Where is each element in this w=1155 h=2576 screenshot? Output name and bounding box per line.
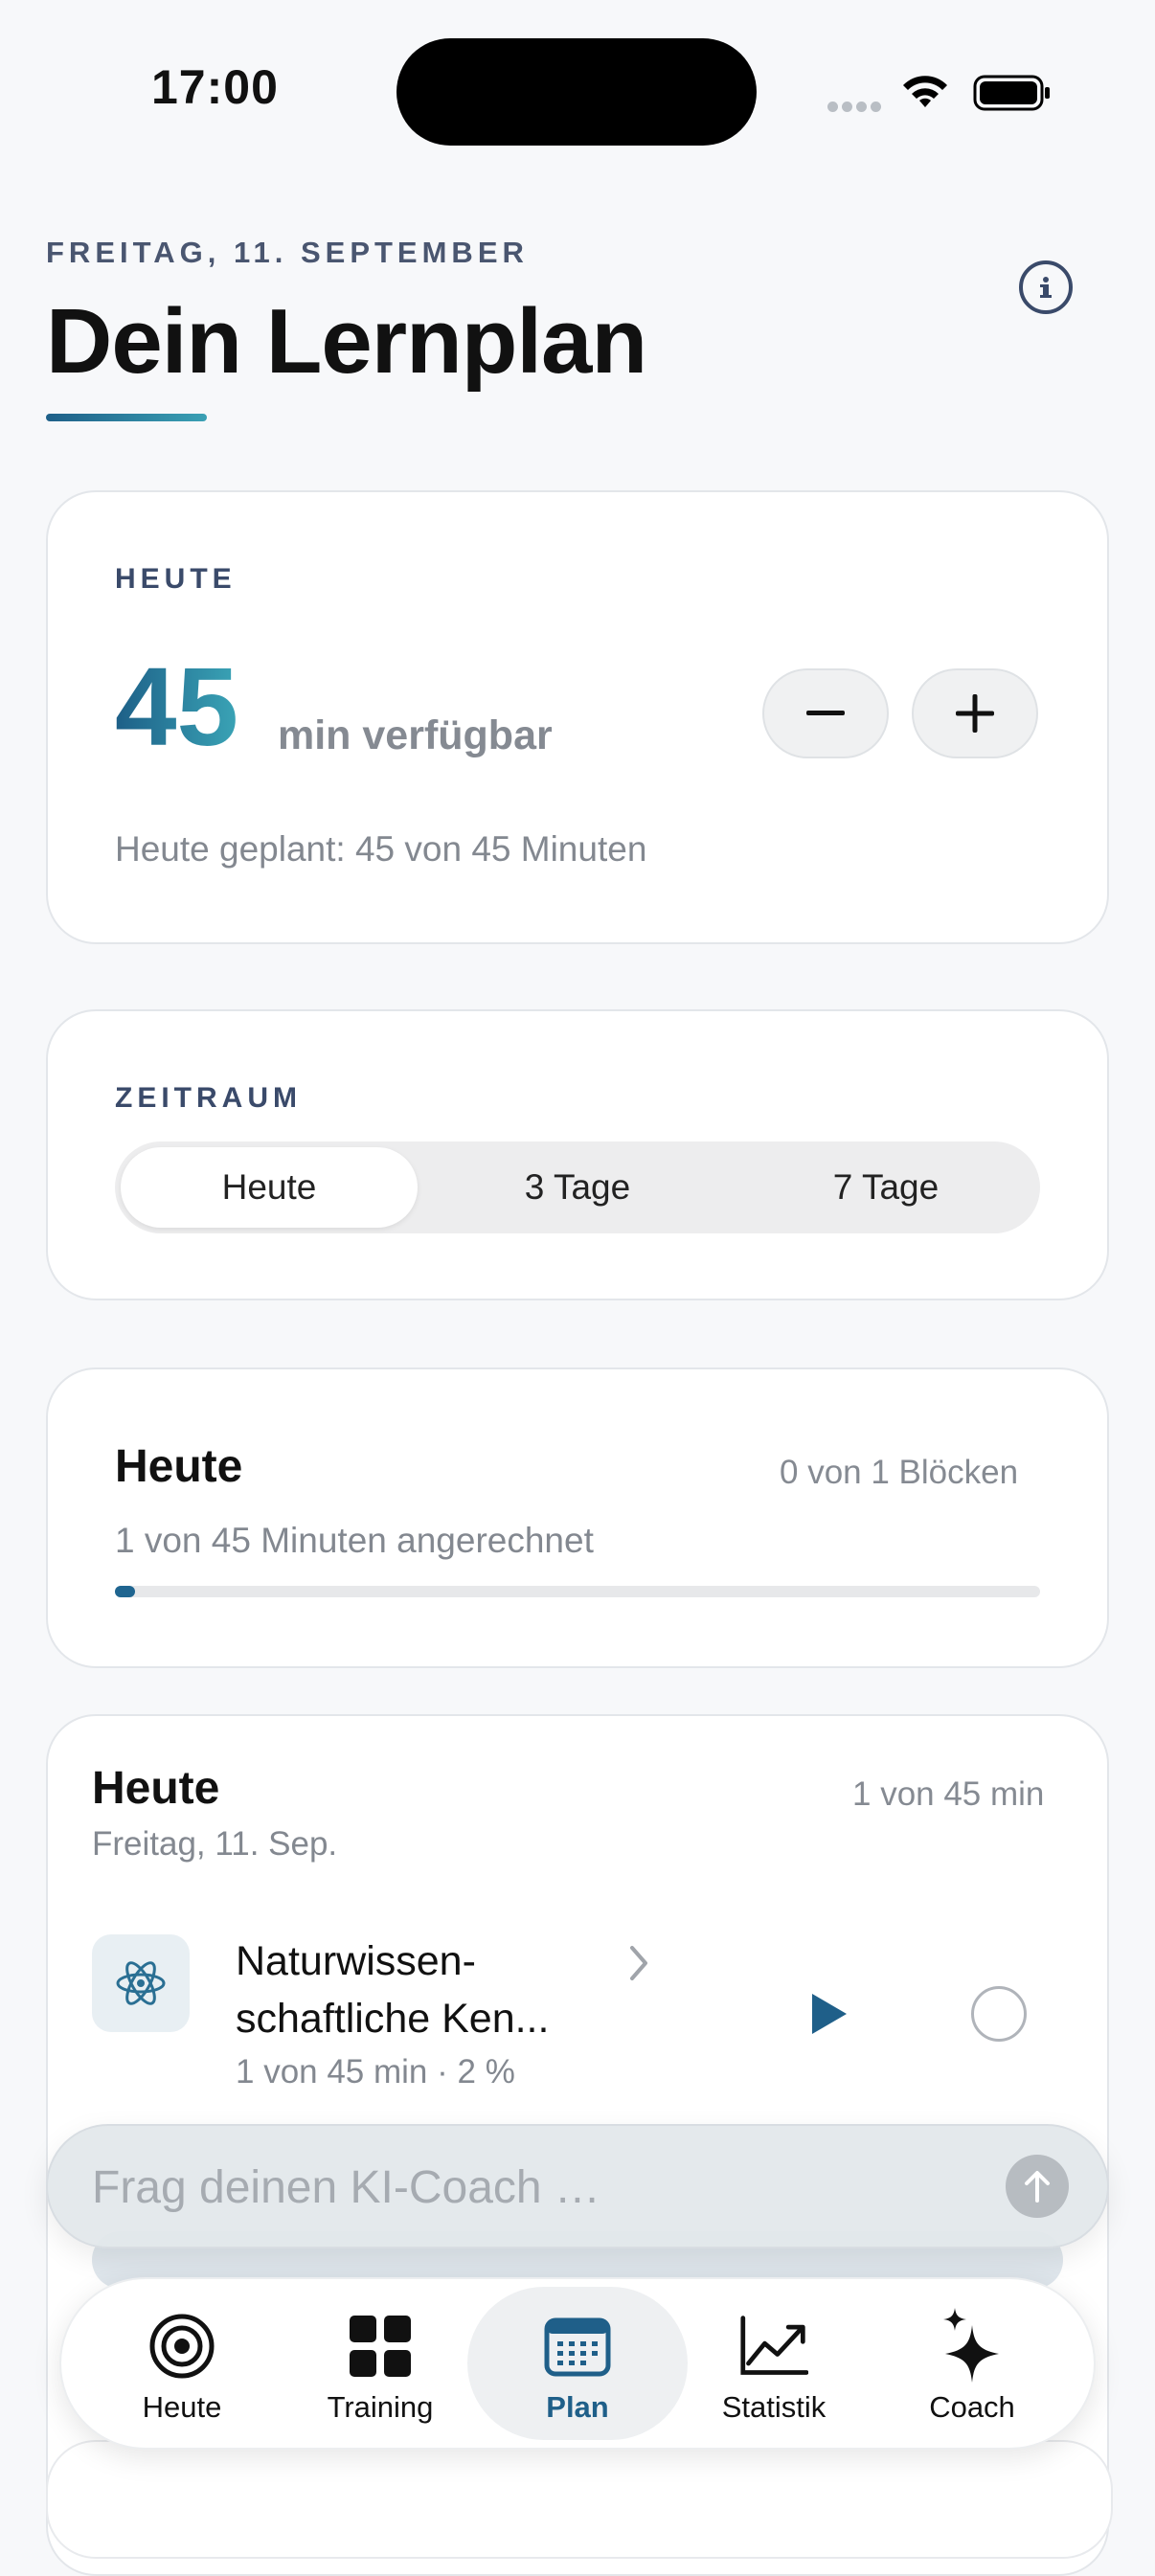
cellular-signal-icon [827, 100, 885, 113]
subject-icon-tile [92, 1934, 190, 2032]
tab-training[interactable]: Training [284, 2287, 476, 2440]
tab-statistik[interactable]: Statistik [678, 2287, 870, 2440]
date-label: FREITAG, 11. SEPTEMBER [46, 236, 529, 269]
dynamic-island [396, 38, 757, 146]
planned-minutes-text: Heute geplant: 45 von 45 Minuten [115, 829, 647, 869]
chart-line-icon [740, 2316, 808, 2375]
calendar-icon [544, 2317, 611, 2377]
subject-title-link[interactable]: Naturwissen-schaftliche Ken... [236, 1932, 619, 2047]
page-title: Dein Lernplan [46, 290, 647, 393]
arrow-up-icon [1025, 2171, 1050, 2203]
tab-plan[interactable]: Plan [482, 2287, 673, 2440]
range-option-7-days[interactable]: 7 Tage [737, 1147, 1034, 1228]
status-time: 17:00 [151, 60, 279, 114]
wifi-icon [903, 76, 947, 107]
coach-input[interactable] [92, 2158, 954, 2216]
tab-label: Coach [929, 2390, 1015, 2424]
range-option-today[interactable]: Heute [121, 1147, 418, 1228]
target-icon [149, 2314, 215, 2379]
send-button[interactable] [1006, 2155, 1069, 2218]
chevron-right-icon[interactable] [628, 1944, 651, 1982]
tab-label: Statistik [721, 2390, 827, 2424]
progress-bar [115, 1586, 1040, 1597]
progress-bar-fill [115, 1586, 136, 1597]
available-minutes-suffix: min verfügbar [278, 712, 553, 758]
grid-icon [350, 2316, 411, 2377]
info-icon [1040, 277, 1052, 298]
increase-minutes-button[interactable] [912, 668, 1038, 758]
tab-label: Plan [546, 2390, 609, 2424]
play-icon[interactable] [810, 1992, 849, 2036]
day-title: Heute [92, 1763, 220, 1814]
tab-label: Training [327, 2390, 434, 2424]
info-button[interactable] [1019, 260, 1073, 314]
available-minutes-value: 45 [115, 644, 239, 769]
tab-coach[interactable]: Coach [876, 2287, 1068, 2440]
subject-meta: 1 von 45 min · 2 % [236, 2053, 515, 2090]
progress-title: Heute [115, 1441, 243, 1492]
range-option-3-days[interactable]: 3 Tage [429, 1147, 726, 1228]
progress-card [46, 1367, 1109, 1668]
range-section-label: ZEITRAUM [115, 1082, 302, 1114]
day-date: Freitag, 11. Sep. [92, 1825, 338, 1863]
battery-icon [973, 75, 1050, 111]
minus-icon [806, 711, 845, 715]
sparkles-icon [943, 2308, 999, 2383]
tab-label: Heute [142, 2390, 222, 2424]
atom-icon [116, 1961, 166, 2005]
complete-checkbox[interactable] [971, 1986, 1027, 2042]
tab-heute[interactable]: Heute [86, 2287, 278, 2440]
minutes-credited-text: 1 von 45 Minuten angerechnet [115, 1521, 594, 1560]
plus-icon [956, 694, 994, 733]
today-section-label: HEUTE [115, 563, 237, 595]
next-card-peek [46, 2440, 1113, 2559]
blocks-count: 0 von 1 Blöcken [780, 1454, 1019, 1491]
decrease-minutes-button[interactable] [762, 668, 889, 758]
day-minutes: 1 von 45 min [852, 1775, 1045, 1813]
title-underline [46, 414, 207, 421]
range-segmented-control: Heute 3 Tage 7 Tage [115, 1141, 1040, 1233]
